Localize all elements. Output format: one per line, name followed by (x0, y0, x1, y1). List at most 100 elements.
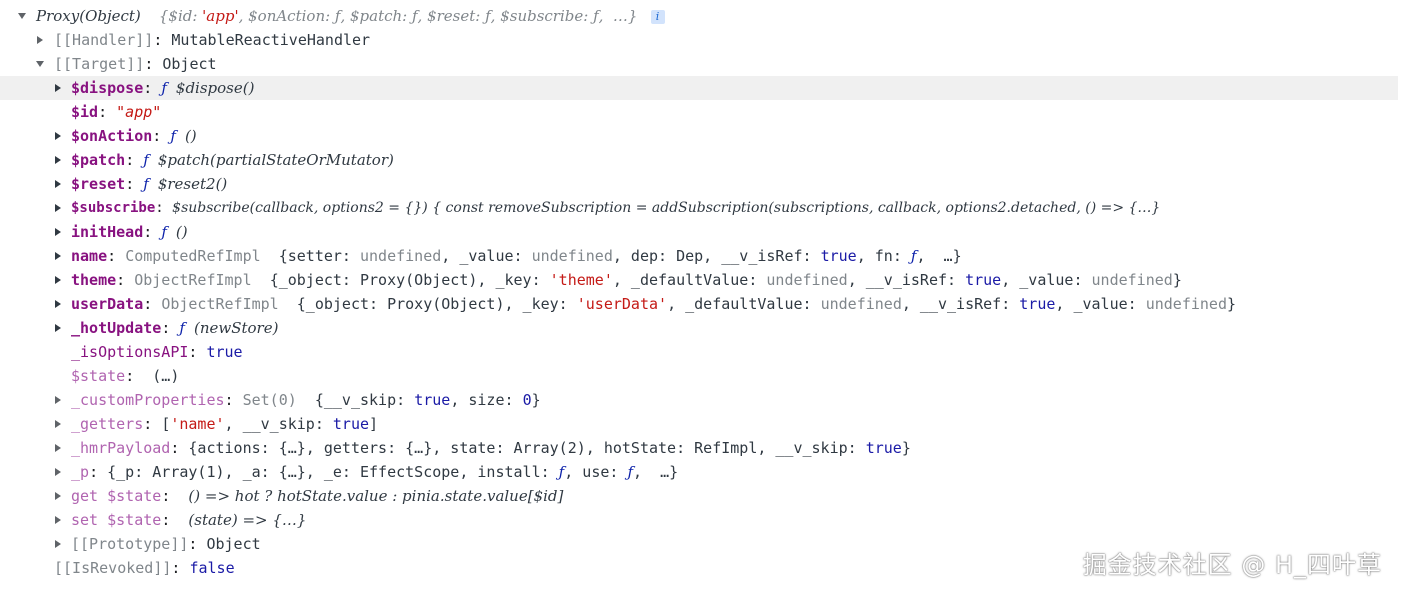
tree-row-p[interactable]: _p: {_p: Array(1), _a: {…}, _e: EffectSc… (0, 460, 1402, 484)
property-key: _hotUpdate (71, 319, 162, 337)
property-value: () (184, 127, 197, 145)
row-content: $dispose: ƒ $dispose() (71, 79, 255, 97)
property-value: {actions: {…}, getters: {…}, state: Arra… (188, 439, 911, 457)
tree-row-name[interactable]: name: ComputedRefImpl {setter: undefined… (0, 244, 1402, 268)
root-title: Proxy(Object) (36, 7, 141, 25)
tree-row-patch[interactable]: $patch: ƒ $patch(partialStateOrMutator) (0, 148, 1402, 172)
class-name: ComputedRefImpl (125, 247, 261, 265)
tree-row-root[interactable]: Proxy(Object) {$id: 'app', $onAction: ƒ,… (0, 4, 1402, 28)
property-key: _getters (71, 415, 144, 433)
row-content: _getters: ['name', __v_skip: true] (71, 415, 379, 433)
tree-row-subscribe[interactable]: $subscribe: $subscribe(callback, options… (0, 196, 1402, 220)
property-value: {_p: Array(1), _a: {…}, _e: EffectScope,… (107, 463, 679, 481)
chevron-right-icon[interactable] (52, 148, 64, 172)
chevron-right-icon[interactable] (52, 124, 64, 148)
chevron-right-icon[interactable] (34, 28, 46, 52)
function-icon: ƒ (143, 175, 149, 193)
class-name: ObjectRefImpl (134, 271, 252, 289)
row-content: _hmrPayload: {actions: {…}, getters: {…}… (71, 439, 911, 457)
lazy-value-button[interactable]: (…) (152, 367, 179, 385)
tree-row-onaction[interactable]: $onAction: ƒ () (0, 124, 1402, 148)
row-content: [[IsRevoked]]: false (54, 559, 235, 577)
property-value: $patch(partialStateOrMutator) (157, 151, 394, 169)
row-content: $reset: ƒ $reset2() (71, 175, 228, 193)
chevron-right-icon[interactable] (52, 532, 64, 556)
chevron-right-icon[interactable] (52, 436, 64, 460)
chevron-right-icon[interactable] (52, 316, 64, 340)
row-content: $id: "app" (71, 103, 162, 121)
property-key: $subscribe (71, 200, 156, 216)
tree-row-reset[interactable]: $reset: ƒ $reset2() (0, 172, 1402, 196)
chevron-right-icon[interactable] (52, 460, 64, 484)
property-key: [[Prototype]] (71, 535, 189, 553)
tree-row-getters[interactable]: _getters: ['name', __v_skip: true] (0, 412, 1402, 436)
property-key: _isOptionsAPI (71, 343, 189, 361)
chevron-right-icon[interactable] (52, 292, 64, 316)
property-value: (state) => {…} (188, 511, 307, 529)
handler-content: [[Handler]]: MutableReactiveHandler (54, 31, 371, 49)
chevron-right-icon[interactable] (52, 388, 64, 412)
property-key: $dispose (71, 79, 144, 97)
chevron-right-icon[interactable] (52, 268, 64, 292)
row-content: [[Prototype]]: Object (71, 535, 261, 553)
row-content: _p: {_p: Array(1), _a: {…}, _e: EffectSc… (71, 463, 679, 481)
tree-row-state[interactable]: $state: (…) (0, 364, 1402, 388)
property-value: ['name', __v_skip: true] (161, 415, 379, 433)
row-content: _customProperties: Set(0) {__v_skip: tru… (71, 391, 541, 409)
chevron-down-icon[interactable] (16, 4, 28, 28)
tree-row-userdata[interactable]: userData: ObjectRefImpl {_object: Proxy(… (0, 292, 1402, 316)
property-value: $reset2() (157, 175, 228, 193)
property-value: $dispose() (175, 79, 255, 97)
row-content: theme: ObjectRefImpl {_object: Proxy(Obj… (71, 271, 1182, 289)
tree-row-target[interactable]: [[Target]]: Object (0, 52, 1402, 76)
function-icon: ƒ (161, 223, 167, 241)
handler-key: [[Handler]] (54, 31, 154, 49)
tree-row-get-state[interactable]: get $state: () => hot ? hotState.value :… (0, 484, 1402, 508)
property-key: $reset (71, 175, 126, 193)
property-key: $onAction (71, 127, 153, 145)
property-value: () (175, 223, 188, 241)
info-icon[interactable]: i (650, 9, 665, 24)
chevron-right-icon[interactable] (52, 220, 64, 244)
property-key: userData (71, 295, 144, 313)
property-key: set $state (71, 511, 162, 529)
row-content: initHead: ƒ () (71, 223, 188, 241)
property-key: get $state (71, 487, 162, 505)
property-key: $state (71, 367, 126, 385)
row-content: get $state: () => hot ? hotState.value :… (71, 487, 564, 505)
tree-row-theme[interactable]: theme: ObjectRefImpl {_object: Proxy(Obj… (0, 268, 1402, 292)
chevron-right-icon[interactable] (52, 508, 64, 532)
property-value: {_object: Proxy(Object), _key: 'userData… (296, 295, 1237, 313)
row-content: $state: (…) (71, 367, 180, 385)
property-value: (newStore) (193, 319, 279, 337)
row-content: $onAction: ƒ () (71, 127, 197, 145)
chevron-right-icon[interactable] (52, 196, 64, 220)
property-key: theme (71, 271, 117, 289)
chevron-right-icon[interactable] (52, 484, 64, 508)
tree-row-inithead[interactable]: initHead: ƒ () (0, 220, 1402, 244)
property-key: name (71, 247, 108, 265)
property-key: _p (71, 463, 90, 481)
property-key: _customProperties (71, 391, 225, 409)
property-key: $patch (71, 151, 126, 169)
row-content: _isOptionsAPI: true (71, 343, 243, 361)
function-icon: ƒ (161, 79, 167, 97)
tree-row-hmrpayload[interactable]: _hmrPayload: {actions: {…}, getters: {…}… (0, 436, 1402, 460)
tree-row-isoptionsapi: _isOptionsAPI: true (0, 340, 1402, 364)
chevron-down-icon[interactable] (34, 52, 46, 76)
tree-row-set-state[interactable]: set $state: (state) => {…} (0, 508, 1402, 532)
tree-row-handler[interactable]: [[Handler]]: MutableReactiveHandler (0, 28, 1402, 52)
property-key: _hmrPayload (71, 439, 171, 457)
function-icon: ƒ (179, 319, 185, 337)
function-icon: ƒ (143, 151, 149, 169)
tree-row-dispose[interactable]: $dispose: ƒ $dispose() (0, 76, 1398, 100)
tree-row-hotupdate[interactable]: _hotUpdate: ƒ (newStore) (0, 316, 1402, 340)
tree-row-customproperties[interactable]: _customProperties: Set(0) {__v_skip: tru… (0, 388, 1402, 412)
handler-value: MutableReactiveHandler (171, 31, 371, 49)
chevron-right-icon[interactable] (52, 412, 64, 436)
function-icon: ƒ (170, 127, 176, 145)
chevron-right-icon[interactable] (52, 172, 64, 196)
chevron-right-icon[interactable] (52, 76, 64, 100)
target-key: [[Target]] (54, 55, 145, 73)
chevron-right-icon[interactable] (52, 244, 64, 268)
